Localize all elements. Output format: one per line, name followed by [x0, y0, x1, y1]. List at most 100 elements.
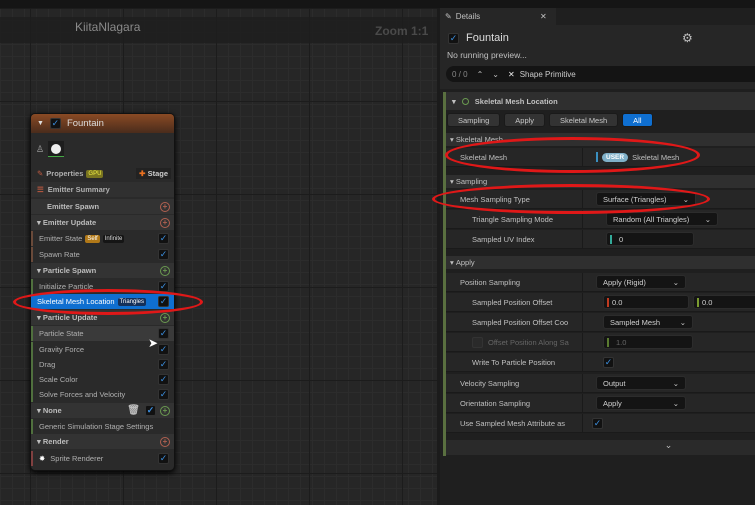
trash-icon[interactable]: 🗑	[127, 405, 140, 416]
triangle-sampling-mode-row: Triangle Sampling Mode Random (All Triang…	[446, 210, 755, 229]
skeletal-mesh-value[interactable]: Skeletal Mesh	[632, 153, 679, 162]
particle-update-section[interactable]: ▾ Particle Update +	[31, 310, 174, 325]
checkbox[interactable]: ✓	[158, 249, 169, 260]
thumbnail[interactable]	[48, 141, 64, 157]
person-icon: ♙	[36, 144, 45, 154]
sampled-uv-index-row: Sampled UV Index 0	[446, 230, 755, 249]
next-result-icon[interactable]: ⌄	[492, 70, 499, 79]
offset-along-input[interactable]: 1.0	[603, 335, 693, 349]
use-sampled-attribute-row: Use Sampled Mesh Attribute as ✓	[446, 414, 755, 433]
orientation-sampling-row: Orientation Sampling Apply ⌄	[446, 394, 755, 413]
node-title: Fountain	[66, 118, 104, 129]
orientation-sampling-dropdown[interactable]: Apply ⌄	[596, 396, 686, 410]
gpu-tag: GPU	[86, 169, 104, 178]
mesh-sampling-type-row: Mesh Sampling Type Surface (Triangles) ⌄	[446, 190, 755, 209]
emitter-state-row[interactable]: Emitter State Self Infinite ✓	[31, 231, 174, 246]
category-skeletal-mesh[interactable]: ▾ Skeletal Mesh	[446, 133, 755, 146]
checkbox[interactable]: ✓	[158, 233, 169, 244]
write-to-position-checkbox[interactable]: ✓	[603, 356, 614, 368]
scale-color-row[interactable]: Scale Color ✓	[31, 372, 174, 387]
add-icon[interactable]: +	[160, 436, 170, 447]
filter-all[interactable]: All	[622, 113, 653, 127]
checkbox[interactable]: ✓	[158, 281, 169, 292]
triangle-sampling-mode-dropdown[interactable]: Random (All Triangles) ⌄	[606, 212, 718, 226]
offset-coordinate-row: Sampled Position Offset Coo Sampled Mesh ⌄	[446, 313, 755, 332]
properties-row[interactable]: ✎ Properties GPU ✚ Stage	[31, 166, 174, 181]
prev-result-icon[interactable]: ⌃	[477, 70, 484, 79]
none-stage-section[interactable]: ▾ None 🗑 ✓ +	[31, 403, 174, 418]
category-apply[interactable]: ▾ Apply	[446, 256, 755, 269]
checkbox[interactable]: ✓	[158, 296, 169, 307]
offset-along-checkbox[interactable]	[472, 336, 483, 348]
properties-label: Properties	[46, 169, 84, 178]
sprite-icon: ✸	[39, 454, 46, 463]
mouse-cursor: ➤	[148, 336, 159, 350]
module-header[interactable]: ▾ Skeletal Mesh Location	[446, 92, 755, 110]
spawn-rate-row[interactable]: Spawn Rate ✓	[31, 247, 174, 262]
checkbox[interactable]: ✓	[145, 405, 156, 416]
list-icon: ☰	[37, 185, 44, 194]
search-input[interactable]: Shape Primitive	[520, 70, 576, 79]
emitter-node[interactable]: ▼ ✓ Fountain ♙ ✎ Properties GPU ✚ Stage ☰…	[30, 113, 175, 471]
offset-y-input[interactable]: 0.0	[693, 295, 755, 309]
drag-row[interactable]: Drag ✓	[31, 357, 174, 372]
offset-x-input[interactable]: 0.0	[603, 295, 689, 309]
position-sampling-row: Position Sampling Apply (Rigid) ⌄	[446, 273, 755, 292]
emitter-update-section[interactable]: ▾ Emitter Update +	[31, 215, 174, 230]
pencil-icon: ✎	[445, 12, 452, 21]
emitter-spawn-section[interactable]: Emitter Spawn +	[31, 199, 174, 214]
checkbox[interactable]: ✓	[158, 389, 169, 400]
module-status-icon	[461, 97, 469, 105]
initialize-particle-row[interactable]: Initialize Particle ✓	[31, 279, 174, 294]
add-icon[interactable]: +	[160, 312, 170, 323]
filter-sampling[interactable]: Sampling	[447, 113, 501, 127]
clear-search-icon[interactable]: ✕	[508, 70, 515, 79]
position-sampling-dropdown[interactable]: Apply (Rigid) ⌄	[596, 275, 686, 289]
user-badge: USER	[602, 152, 629, 162]
offset-coordinate-dropdown[interactable]: Sampled Mesh ⌄	[603, 315, 693, 329]
details-tab[interactable]: ✎ Details ✕	[440, 8, 556, 25]
canvas-title-bar: KiitaNlagara Zoom 1:1	[0, 17, 437, 43]
velocity-sampling-dropdown[interactable]: Output ⌄	[596, 376, 686, 390]
collapse-icon[interactable]: ▼	[37, 120, 44, 127]
filter-skeletal-mesh[interactable]: Skeletal Mesh	[549, 113, 619, 127]
particle-spawn-section[interactable]: ▾ Particle Spawn +	[31, 263, 174, 278]
checkbox[interactable]: ✓	[158, 453, 169, 464]
add-icon[interactable]: +	[160, 217, 170, 228]
add-icon[interactable]: +	[160, 201, 170, 212]
close-icon[interactable]: ✕	[540, 12, 547, 21]
search-bar[interactable]: 0 / 0 ⌃ ⌄ ✕ Shape Primitive	[446, 66, 755, 82]
enable-checkbox[interactable]: ✓	[49, 118, 61, 129]
filter-apply[interactable]: Apply	[504, 113, 546, 127]
canvas-title: KiitaNlagara	[75, 20, 141, 34]
add-icon[interactable]: +	[160, 265, 170, 276]
pencil-icon: ✎	[37, 169, 44, 178]
filter-bar: Sampling Apply Skeletal Mesh All	[447, 113, 653, 127]
generic-sim-stage-row[interactable]: Generic Simulation Stage Settings	[31, 419, 174, 434]
checkbox[interactable]: ✓	[158, 374, 169, 385]
offset-along-row: Offset Position Along Sa 1.0	[446, 333, 755, 352]
emitter-summary[interactable]: ☰ Emitter Summary	[31, 182, 174, 197]
category-sampling[interactable]: ▾ Sampling	[446, 175, 755, 188]
velocity-sampling-row: Velocity Sampling Output ⌄	[446, 374, 755, 393]
write-to-position-row: Write To Particle Position ✓	[446, 353, 755, 372]
add-stage-button[interactable]: ✚ Stage	[136, 168, 171, 179]
uv-index-input[interactable]: 0	[606, 232, 694, 246]
checkbox[interactable]: ✓	[158, 359, 169, 370]
skeletal-mesh-location-row[interactable]: Skeletal Mesh Location Triangles ✓	[31, 294, 174, 309]
mesh-sampling-type-dropdown[interactable]: Surface (Triangles) ⌄	[596, 192, 696, 206]
node-header[interactable]: ▼ ✓ Fountain	[31, 114, 174, 133]
search-count: 0 / 0	[452, 69, 468, 79]
use-sampled-attribute-checkbox[interactable]: ✓	[592, 417, 603, 429]
sprite-renderer-row[interactable]: ✸ Sprite Renderer ✓	[31, 451, 174, 466]
expand-advanced-icon[interactable]: ⌄	[446, 440, 755, 455]
solve-forces-row[interactable]: Solve Forces and Velocity ✓	[31, 387, 174, 402]
checkbox[interactable]: ✓	[158, 344, 169, 355]
add-icon[interactable]: +	[160, 405, 170, 416]
sampled-position-offset-row: Sampled Position Offset 0.0 0.0	[446, 293, 755, 312]
preview-status: No running preview...	[447, 50, 527, 60]
gear-icon[interactable]: ⚙	[682, 31, 693, 45]
enable-checkbox[interactable]: ✓	[448, 33, 459, 44]
checkbox[interactable]: ✓	[158, 328, 169, 339]
render-section[interactable]: ▾ Render +	[31, 434, 174, 449]
